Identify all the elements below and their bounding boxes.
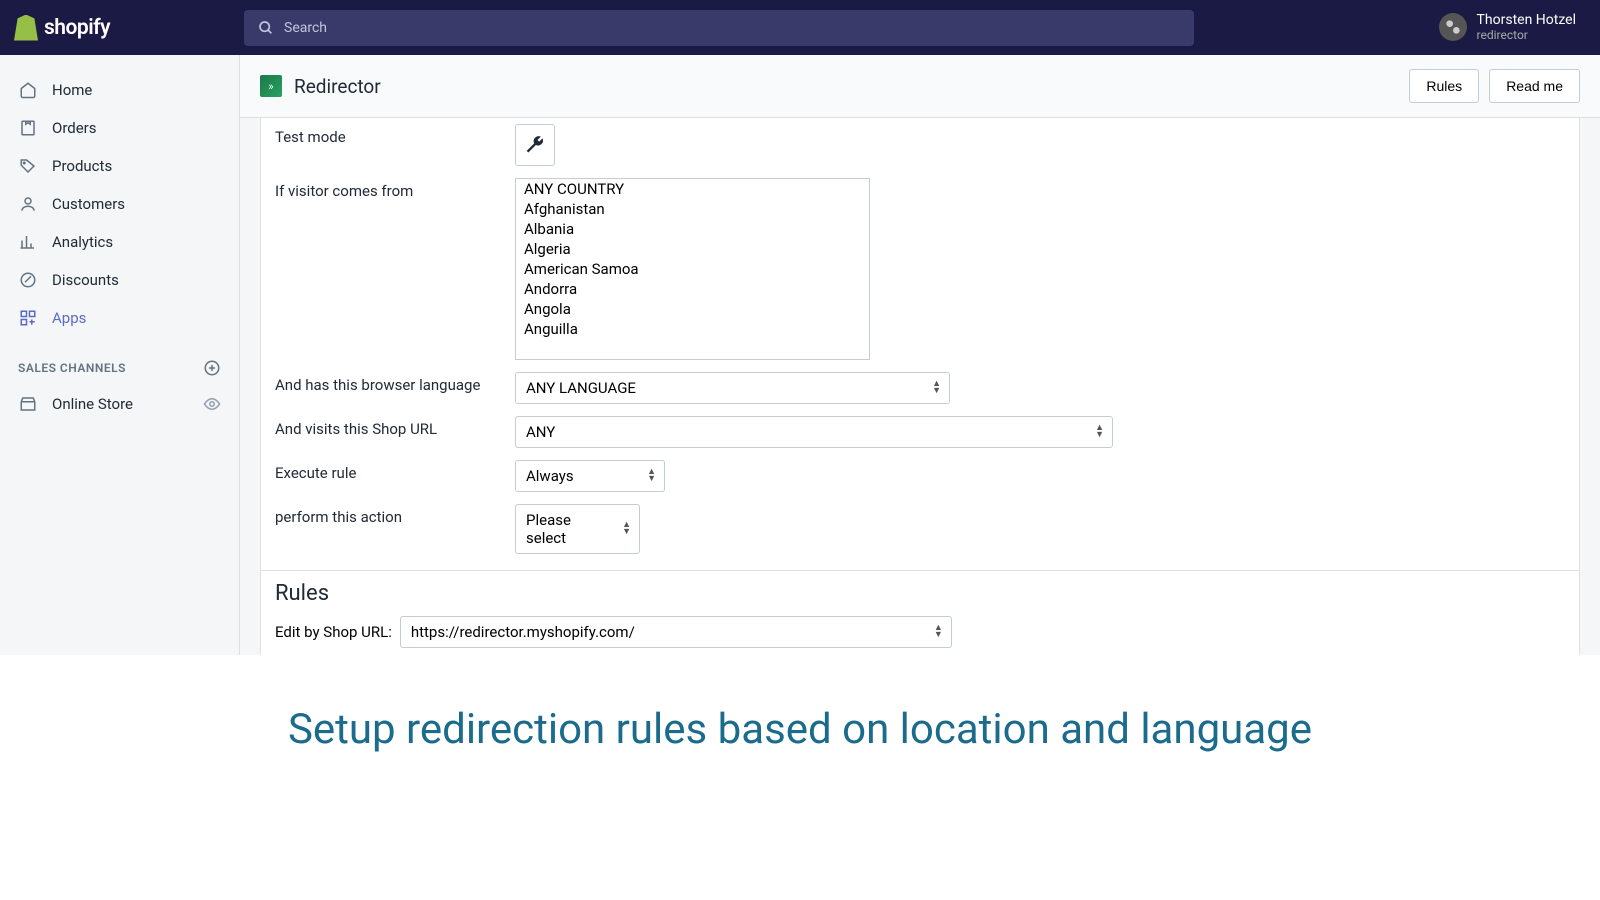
- sidebar-item-analytics[interactable]: Analytics: [0, 223, 239, 261]
- chart-icon: [18, 232, 38, 252]
- visitor-from-label: If visitor comes from: [275, 178, 515, 200]
- shop-url-label: And visits this Shop URL: [275, 416, 515, 438]
- readme-button[interactable]: Read me: [1489, 69, 1580, 103]
- store-icon: [18, 394, 38, 414]
- user-name: Thorsten Hotzel: [1477, 13, 1576, 28]
- browser-lang-select[interactable]: ANY LANGUAGE ▲▼: [515, 372, 950, 404]
- chevron-updown-icon: ▲▼: [647, 469, 656, 483]
- test-mode-button[interactable]: [515, 124, 555, 166]
- edit-url-label: Edit by Shop URL:: [275, 623, 392, 641]
- app-icon: »: [260, 75, 282, 97]
- browser-lang-label: And has this browser language: [275, 372, 515, 394]
- sidebar-item-home[interactable]: Home: [0, 71, 239, 109]
- sidebar-item-online-store[interactable]: Online Store: [0, 385, 239, 423]
- sidebar-item-orders[interactable]: Orders: [0, 109, 239, 147]
- nav-label: Orders: [52, 119, 97, 137]
- chevron-updown-icon: ▲▼: [934, 625, 943, 639]
- rules-heading: Rules: [275, 581, 1565, 606]
- country-listbox[interactable]: ANY COUNTRY Afghanistan Albania Algeria …: [515, 178, 870, 360]
- execute-label: Execute rule: [275, 460, 515, 482]
- shopify-bag-icon: [14, 15, 38, 41]
- country-option[interactable]: Algeria: [516, 239, 869, 259]
- section-title: SALES CHANNELS: [18, 361, 126, 375]
- country-option[interactable]: Andorra: [516, 279, 869, 299]
- nav-label: Products: [52, 157, 112, 175]
- form-content: Test mode If visitor comes from ANY COUN…: [260, 118, 1580, 655]
- eye-icon[interactable]: [203, 395, 221, 413]
- action-select[interactable]: Please select ▲▼: [515, 504, 640, 554]
- nav-label: Analytics: [52, 233, 113, 251]
- country-option[interactable]: American Samoa: [516, 259, 869, 279]
- nav-label: Customers: [52, 195, 125, 213]
- action-label: perform this action: [275, 504, 515, 526]
- edit-url-select[interactable]: https://redirector.myshopify.com/ ▲▼: [400, 616, 952, 648]
- wrench-icon: [525, 135, 545, 155]
- country-option[interactable]: ANY COUNTRY: [516, 179, 869, 199]
- country-option[interactable]: Angola: [516, 299, 869, 319]
- nav-label: Discounts: [52, 271, 119, 289]
- search-bar[interactable]: Search: [244, 10, 1194, 46]
- shop-url-select[interactable]: ANY ▲▼: [515, 416, 1113, 448]
- execute-select[interactable]: Always ▲▼: [515, 460, 665, 492]
- chevron-updown-icon: ▲▼: [622, 522, 631, 536]
- orders-icon: [18, 118, 38, 138]
- sidebar-item-customers[interactable]: Customers: [0, 185, 239, 223]
- sidebar-item-apps[interactable]: Apps: [0, 299, 239, 337]
- logo[interactable]: shopify: [14, 15, 244, 41]
- main: » Redirector Rules Read me Test mode If …: [240, 55, 1600, 655]
- nav-label: Apps: [52, 309, 86, 327]
- page-header: » Redirector Rules Read me: [240, 55, 1600, 118]
- rules-section: Rules Edit by Shop URL: https://redirect…: [261, 570, 1579, 655]
- rules-button[interactable]: Rules: [1409, 69, 1479, 103]
- test-mode-label: Test mode: [275, 124, 515, 146]
- nav-label: Home: [52, 81, 92, 99]
- topbar: shopify Search Thorsten Hotzel redirecto…: [0, 0, 1600, 55]
- home-icon: [18, 80, 38, 100]
- country-option[interactable]: Albania: [516, 219, 869, 239]
- sidebar-item-discounts[interactable]: Discounts: [0, 261, 239, 299]
- page-title: Redirector: [294, 75, 381, 98]
- brand-name: shopify: [44, 16, 110, 40]
- search-placeholder: Search: [284, 20, 327, 36]
- apps-icon: [18, 308, 38, 328]
- person-icon: [18, 194, 38, 214]
- sales-channels-header: SALES CHANNELS: [0, 337, 239, 385]
- discount-icon: [18, 270, 38, 290]
- chevron-updown-icon: ▲▼: [1095, 425, 1104, 439]
- country-option[interactable]: Anguilla: [516, 319, 869, 339]
- avatar: [1439, 13, 1467, 41]
- tag-icon: [18, 156, 38, 176]
- country-option[interactable]: Afghanistan: [516, 199, 869, 219]
- add-channel-icon[interactable]: [203, 359, 221, 377]
- user-role: redirector: [1477, 28, 1576, 42]
- chevron-updown-icon: ▲▼: [932, 381, 941, 395]
- sidebar-item-products[interactable]: Products: [0, 147, 239, 185]
- search-icon: [258, 20, 274, 36]
- caption: Setup redirection rules based on locatio…: [0, 655, 1600, 804]
- user-menu[interactable]: Thorsten Hotzel redirector: [1439, 13, 1586, 42]
- sidebar: Home Orders Products Customers Analytics…: [0, 55, 240, 655]
- nav-label: Online Store: [52, 395, 133, 413]
